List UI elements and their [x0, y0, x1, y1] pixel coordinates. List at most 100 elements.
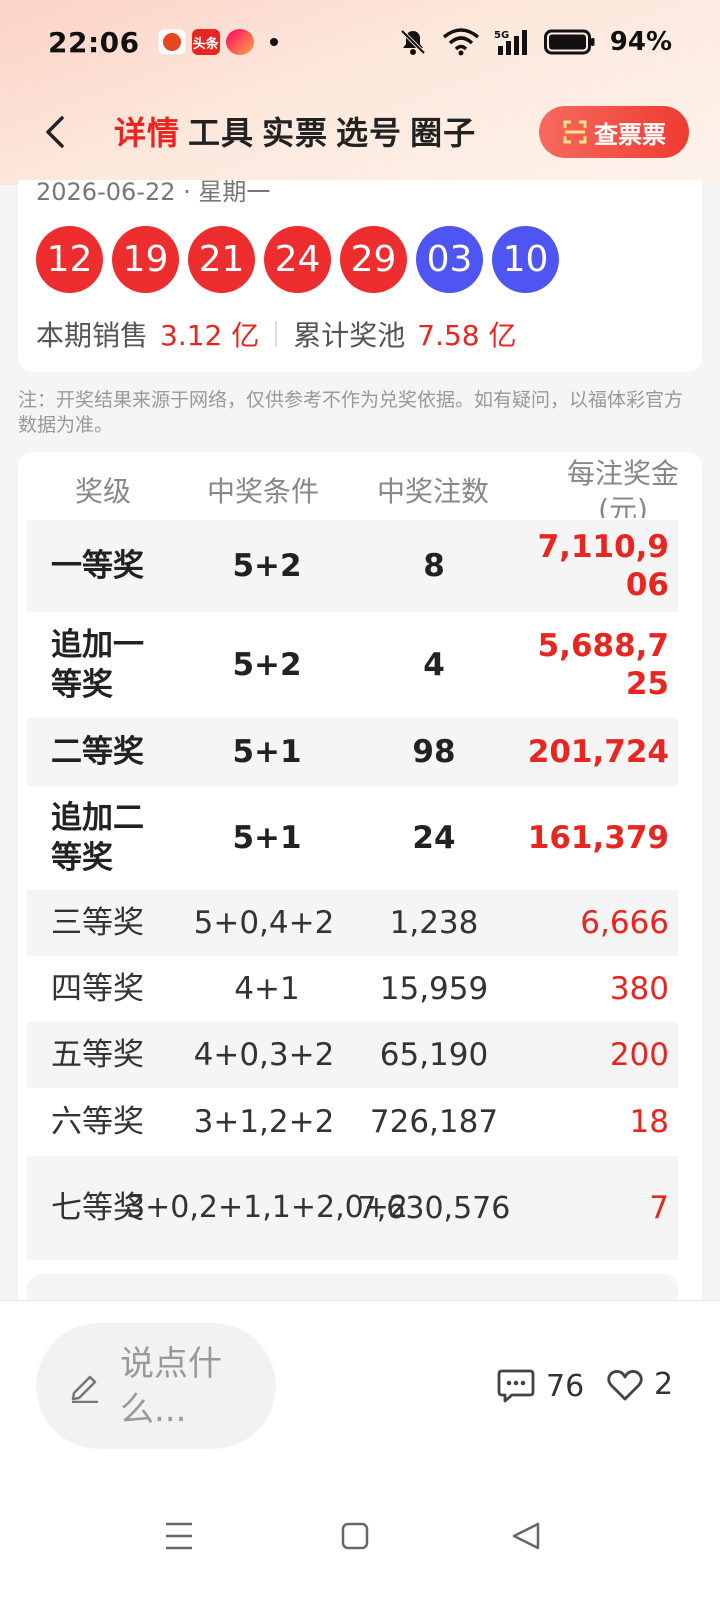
prize-level: 四等奖 [51, 971, 144, 1007]
draw-date: 2026-06-22 · 星期一 [36, 178, 271, 206]
disclaimer-note: 注：开奖结果来源于网络，仅供参考不作为兑奖依据。如有疑问，以福体彩官方数据为准。 [18, 389, 684, 436]
red-ball: 12 [36, 226, 103, 293]
pool-value: 7.58 亿 [417, 319, 517, 352]
prize-condition: 5+0,4+2 [193, 905, 335, 941]
sales-label: 本期销售 [36, 319, 149, 352]
red-ball: 21 [188, 226, 255, 293]
check-ticket-button[interactable]: 查票票 [539, 106, 689, 158]
prize-amount: 7 [649, 1190, 669, 1226]
app-notification-icon-2 [225, 29, 254, 55]
prize-amount: 5,688,725 [537, 628, 669, 702]
prize-level: 五等奖 [51, 1037, 144, 1073]
draw-date-value: 2026-06-22 [36, 178, 176, 206]
winning-numbers: 12 19 21 24 29 03 10 [36, 226, 559, 293]
prize-amount: 161,379 [527, 820, 669, 856]
tab-community[interactable]: 圈子 [410, 108, 476, 154]
top-nav: 详情 工具 实票 选号 圈子 查票票 [0, 100, 720, 164]
sales-info: 本期销售 3.12 亿 累计奖池 7.58 亿 [36, 314, 517, 354]
toutiao-notification-icon: 头条 [191, 29, 220, 55]
header-count: 中奖注数 [376, 475, 489, 508]
table-row: 三等奖 5+0,4+2 1,238 6,666 [27, 890, 678, 956]
prize-condition: 5+1 [232, 820, 302, 856]
prize-table: 奖级 中奖条件 中奖注数 每注奖金(元) 一等奖 5+2 8 7,110,906… [18, 452, 702, 1312]
app-notification-icon [157, 29, 186, 55]
prize-condition: 3+1,2+2 [193, 1104, 335, 1140]
pool-label: 累计奖池 [293, 319, 406, 352]
table-row: 追加一等奖 5+2 4 5,688,725 [27, 612, 678, 718]
comment-placeholder: 说点什么... [120, 1344, 222, 1430]
prize-level: 追加二等奖 [51, 800, 144, 876]
red-ball: 24 [264, 226, 331, 293]
tab-details[interactable]: 详情 [114, 108, 180, 154]
blue-ball: 10 [492, 226, 559, 293]
comment-icon [497, 1369, 535, 1403]
prize-condition: 4+1 [234, 971, 300, 1007]
wifi-icon [442, 28, 479, 56]
winner-count: 1,238 [389, 905, 479, 941]
table-row: 四等奖 4+1 15,959 380 [27, 956, 678, 1022]
like-button[interactable]: 2 [606, 1367, 673, 1402]
table-row: 六等奖 3+1,2+2 726,187 18 [27, 1088, 678, 1156]
prize-amount: 6,666 [580, 905, 669, 941]
scan-icon [563, 120, 587, 144]
prize-condition: 5+2 [232, 548, 302, 584]
table-row: 二等奖 5+1 98 201,724 [27, 718, 678, 786]
winner-count: 98 [412, 734, 456, 770]
red-ball: 19 [112, 226, 179, 293]
comments-button[interactable]: 76 [496, 1367, 584, 1405]
table-row: 追加二等奖 5+1 24 161,379 [27, 786, 678, 890]
header-level: 奖级 [74, 475, 131, 508]
clock: 22:06 [48, 25, 140, 59]
tab-number-picker[interactable]: 选号 [336, 108, 402, 154]
winner-count: 24 [412, 820, 456, 856]
home-square-icon[interactable] [340, 1520, 370, 1552]
prize-amount: 7,110,906 [537, 529, 669, 603]
winner-count: 4 [423, 647, 445, 683]
comment-count: 76 [546, 1368, 585, 1404]
mute-icon [400, 29, 426, 55]
draw-weekday: 星期一 [198, 178, 271, 206]
prize-level: 一等奖 [51, 548, 144, 584]
comment-input[interactable]: 说点什么... [36, 1323, 276, 1449]
back-triangle-icon[interactable] [510, 1520, 542, 1552]
svg-text:5G: 5G [494, 30, 509, 41]
tab-tools[interactable]: 工具 [188, 108, 254, 154]
divider [275, 321, 278, 347]
status-bar: 22:06 头条 5G 94% [0, 0, 720, 84]
battery-icon [543, 29, 595, 55]
blue-ball: 03 [416, 226, 483, 293]
menu-icon[interactable] [164, 1520, 194, 1552]
prize-amount: 18 [629, 1104, 669, 1140]
winner-count: 65,190 [379, 1037, 489, 1073]
signal-5g-icon: 5G [494, 30, 527, 55]
prize-amount: 380 [609, 971, 669, 1007]
prize-amount: 201,724 [527, 734, 669, 770]
prize-amount: 200 [609, 1037, 669, 1073]
back-arrow-icon[interactable] [36, 112, 76, 152]
prize-level: 二等奖 [51, 734, 144, 770]
comment-bar: 说点什么... 76 2 [0, 1300, 720, 1470]
draw-result-card: 2026-06-22 · 星期一 12 19 21 24 29 03 10 本期… [18, 178, 702, 372]
prize-condition: 5+1 [232, 734, 302, 770]
battery-percentage: 94% [609, 27, 672, 57]
winner-count: 15,959 [379, 971, 489, 1007]
tab-bar: 详情 工具 实票 选号 圈子 [114, 108, 484, 154]
system-nav-bar [0, 1470, 720, 1604]
header-condition: 中奖条件 [206, 475, 319, 508]
prize-condition: 4+0,3+2 [193, 1037, 335, 1073]
prize-condition: 5+2 [232, 647, 302, 683]
red-ball: 29 [340, 226, 407, 293]
check-ticket-label: 查票票 [594, 120, 666, 149]
sales-value: 3.12 亿 [160, 319, 260, 352]
notification-icons: 头条 [157, 29, 278, 55]
like-count: 2 [654, 1367, 674, 1402]
prize-level: 追加一等奖 [51, 627, 144, 703]
more-notifications-dot [269, 38, 278, 46]
prize-level: 六等奖 [51, 1104, 144, 1140]
table-row: 五等奖 4+0,3+2 65,190 200 [27, 1022, 678, 1088]
winner-count: 8 [423, 548, 445, 584]
winner-count: 726,187 [369, 1104, 499, 1140]
prize-level: 三等奖 [51, 905, 144, 941]
prize-condition: 3+0,2+1,1+2,0+2 [126, 1190, 408, 1225]
tab-real-tickets[interactable]: 实票 [262, 108, 328, 154]
